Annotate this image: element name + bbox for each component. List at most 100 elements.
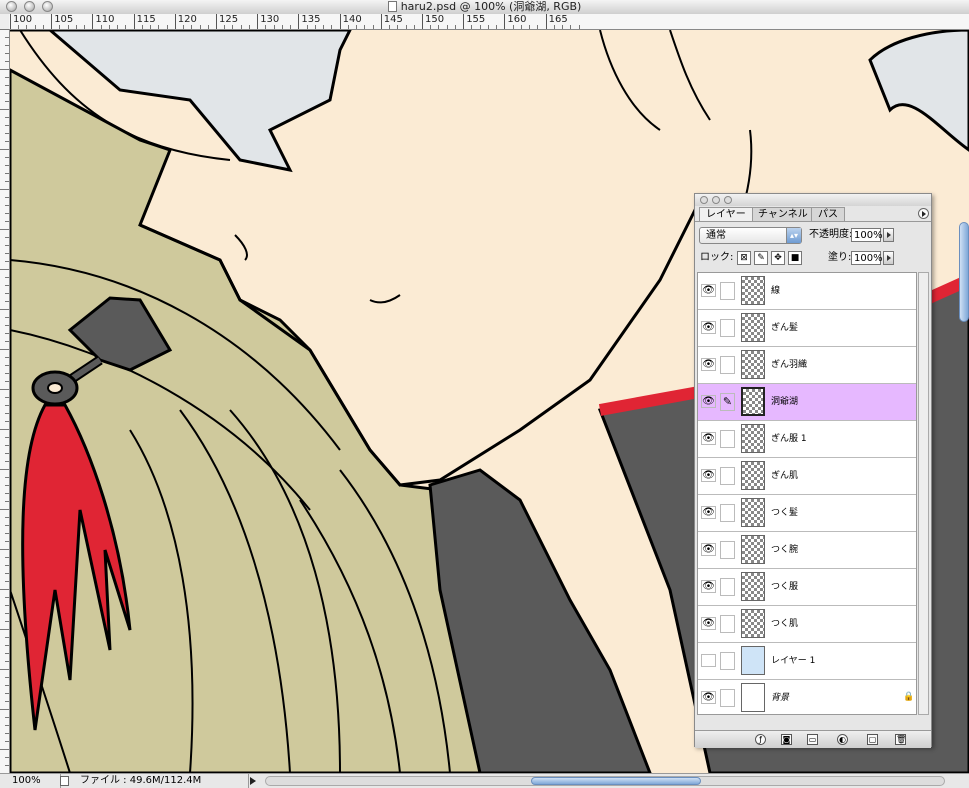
link-toggle[interactable]: [720, 356, 735, 374]
layer-name[interactable]: レイヤー 1: [771, 643, 815, 680]
layer-thumbnail[interactable]: [741, 683, 765, 712]
panel-close-button[interactable]: [700, 196, 708, 204]
layer-name[interactable]: つく髪: [771, 495, 798, 532]
ruler-label: 135: [301, 14, 321, 25]
layer-row[interactable]: 👁 ✎ 洞爺湖: [698, 384, 916, 421]
eye-icon[interactable]: 👁: [701, 580, 716, 593]
layer-row[interactable]: 👁 ぎん羽織: [698, 347, 916, 384]
fill-input[interactable]: 100%: [851, 251, 883, 265]
ruler-minor-tick: [5, 285, 9, 286]
eye-icon[interactable]: 👁: [701, 617, 716, 630]
layer-mask-icon[interactable]: ◙: [781, 734, 792, 745]
tab-layers[interactable]: レイヤー: [699, 207, 753, 221]
ruler-minor-tick: [5, 373, 9, 374]
layer-row[interactable]: 👁 つく服: [698, 569, 916, 606]
layer-row[interactable]: 👁 ぎん肌: [698, 458, 916, 495]
horizontal-ruler[interactable]: 100 105 110 115 120 125 130 135 140 145 150 155 160 1…: [9, 14, 969, 30]
layer-name[interactable]: 背景: [771, 680, 789, 714]
layer-thumbnail[interactable]: [741, 535, 765, 564]
layer-row[interactable]: 👁 線: [698, 273, 916, 310]
link-toggle[interactable]: [720, 430, 735, 448]
link-toggle[interactable]: [720, 689, 735, 707]
vertical-ruler[interactable]: [0, 29, 10, 773]
ruler-minor-tick: [405, 25, 407, 29]
link-toggle[interactable]: [720, 319, 735, 337]
panel-zoom-button[interactable]: [724, 196, 732, 204]
layer-row[interactable]: 👁 ぎん髪: [698, 310, 916, 347]
layer-style-icon[interactable]: ƒ: [755, 734, 766, 745]
blend-mode-select[interactable]: 通常 ▴▾: [699, 227, 802, 244]
link-toggle[interactable]: [720, 615, 735, 633]
opacity-arrow-button[interactable]: [883, 228, 894, 242]
layer-thumbnail[interactable]: [741, 424, 765, 453]
fill-arrow-button[interactable]: [883, 251, 894, 265]
layer-thumbnail[interactable]: [741, 646, 765, 675]
layer-thumbnail[interactable]: [741, 461, 765, 490]
status-menu-arrow-icon[interactable]: [250, 777, 256, 785]
brush-icon[interactable]: ✎: [720, 393, 735, 411]
eye-icon[interactable]: 👁: [701, 469, 716, 482]
layer-thumbnail[interactable]: [741, 387, 765, 416]
link-toggle[interactable]: [720, 467, 735, 485]
link-toggle[interactable]: [720, 504, 735, 522]
link-toggle[interactable]: [720, 541, 735, 559]
eye-icon[interactable]: 👁: [701, 506, 716, 519]
panel-titlebar[interactable]: [695, 194, 931, 206]
layer-name[interactable]: ぎん羽織: [771, 347, 807, 384]
lock-move-icon[interactable]: ✥: [771, 251, 785, 265]
eye-icon[interactable]: 👁: [701, 284, 716, 297]
ruler-minor-tick: [5, 717, 9, 718]
adjustment-layer-icon[interactable]: ◐: [837, 734, 848, 745]
layer-row[interactable]: 👁 つく腕: [698, 532, 916, 569]
layer-name[interactable]: ぎん肌: [771, 458, 798, 495]
eye-icon[interactable]: 👁: [701, 691, 716, 704]
layer-name[interactable]: つく肌: [771, 606, 798, 643]
zoom-level[interactable]: 100%: [2, 774, 61, 788]
layer-name[interactable]: 線: [771, 273, 780, 310]
eye-icon[interactable]: 👁: [701, 543, 716, 556]
trash-icon[interactable]: 🗑: [895, 734, 906, 745]
layer-thumbnail[interactable]: [741, 313, 765, 342]
layers-scrollbar[interactable]: [918, 272, 929, 715]
layer-row[interactable]: レイヤー 1: [698, 643, 916, 680]
link-toggle[interactable]: [720, 282, 735, 300]
opacity-input[interactable]: 100%: [851, 228, 883, 242]
layer-row[interactable]: 👁 背景 🔒: [698, 680, 916, 714]
ruler-minor-tick: [0, 149, 9, 150]
lock-all-icon[interactable]: ■: [788, 251, 802, 265]
layer-thumbnail[interactable]: [741, 609, 765, 638]
eye-icon[interactable]: [701, 654, 716, 667]
tab-channels[interactable]: チャンネル: [751, 207, 815, 221]
eye-icon[interactable]: 👁: [701, 321, 716, 334]
tab-paths[interactable]: パス: [811, 207, 845, 221]
layer-thumbnail[interactable]: [741, 572, 765, 601]
link-toggle[interactable]: [720, 652, 735, 670]
layer-name[interactable]: 洞爺湖: [771, 384, 798, 421]
layer-name[interactable]: つく腕: [771, 532, 798, 569]
layer-row[interactable]: 👁 つく肌: [698, 606, 916, 643]
layer-name[interactable]: ぎん服 1: [771, 421, 807, 458]
window-title: haru2.psd @ 100% (洞爺湖, RGB): [400, 0, 582, 13]
new-folder-icon[interactable]: ▭: [807, 734, 818, 745]
panel-minimize-button[interactable]: [712, 196, 720, 204]
eye-icon[interactable]: 👁: [701, 358, 716, 371]
panel-menu-icon[interactable]: [918, 208, 929, 219]
statusbar: 100% ファイル : 49.6M/112.4M: [0, 773, 969, 788]
layer-thumbnail[interactable]: [741, 350, 765, 379]
eye-icon[interactable]: 👁: [701, 432, 716, 445]
new-layer-icon[interactable]: ▢: [867, 734, 878, 745]
link-toggle[interactable]: [720, 578, 735, 596]
horizontal-scroll-thumb[interactable]: [531, 777, 701, 785]
horizontal-scrollbar[interactable]: [265, 776, 945, 786]
layer-thumbnail[interactable]: [741, 276, 765, 305]
eye-icon[interactable]: 👁: [701, 395, 716, 408]
layer-row[interactable]: 👁 ぎん服 1: [698, 421, 916, 458]
layer-name[interactable]: ぎん髪: [771, 310, 798, 347]
lock-brush-icon[interactable]: ✎: [754, 251, 768, 265]
layer-row[interactable]: 👁 つく髪: [698, 495, 916, 532]
layer-thumbnail[interactable]: [741, 498, 765, 527]
lock-transparency-icon[interactable]: ⊠: [737, 251, 751, 265]
vertical-scrollbar[interactable]: [959, 222, 969, 322]
ruler-minor-tick: [5, 197, 9, 198]
layer-name[interactable]: つく服: [771, 569, 798, 606]
